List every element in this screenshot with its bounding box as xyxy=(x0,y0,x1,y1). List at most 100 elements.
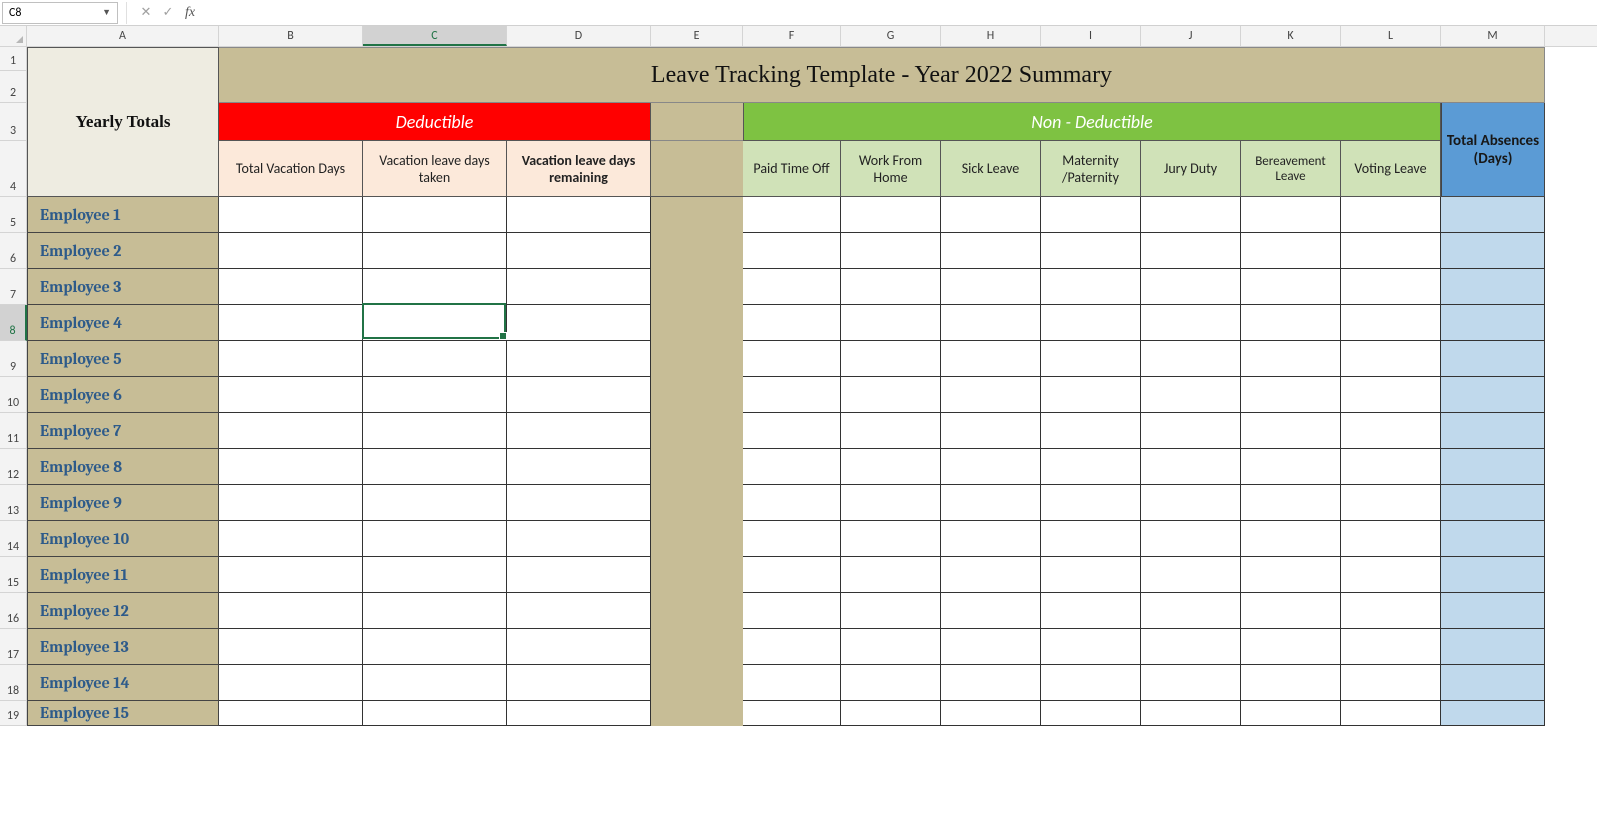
cell-H7[interactable] xyxy=(941,269,1041,305)
cell-F13[interactable] xyxy=(743,485,841,521)
employee-name[interactable]: Employee 5 xyxy=(27,341,219,377)
cell-H5[interactable] xyxy=(941,197,1041,233)
cell-H16[interactable] xyxy=(941,593,1041,629)
cell-L12[interactable] xyxy=(1341,449,1441,485)
cell-L19[interactable] xyxy=(1341,701,1441,726)
cell-D13[interactable] xyxy=(507,485,651,521)
cell-F12[interactable] xyxy=(743,449,841,485)
cell-K13[interactable] xyxy=(1241,485,1341,521)
cell-G12[interactable] xyxy=(841,449,941,485)
cell-F15[interactable] xyxy=(743,557,841,593)
cell-E13[interactable] xyxy=(651,485,743,521)
row-header-3[interactable]: 3 xyxy=(0,103,27,141)
cell-M19[interactable] xyxy=(1441,701,1545,726)
cell-H14[interactable] xyxy=(941,521,1041,557)
cell-I16[interactable] xyxy=(1041,593,1141,629)
cell-F18[interactable] xyxy=(743,665,841,701)
spacer-e3[interactable] xyxy=(651,103,743,141)
cell-C8[interactable] xyxy=(363,305,507,341)
column-header-L[interactable]: L xyxy=(1341,26,1441,46)
cell-L16[interactable] xyxy=(1341,593,1441,629)
cell-I18[interactable] xyxy=(1041,665,1141,701)
cell-M13[interactable] xyxy=(1441,485,1545,521)
cell-L14[interactable] xyxy=(1341,521,1441,557)
cell-K6[interactable] xyxy=(1241,233,1341,269)
cell-K19[interactable] xyxy=(1241,701,1341,726)
cell-B11[interactable] xyxy=(219,413,363,449)
cell-I12[interactable] xyxy=(1041,449,1141,485)
cell-H19[interactable] xyxy=(941,701,1041,726)
cell-G7[interactable] xyxy=(841,269,941,305)
employee-name[interactable]: Employee 12 xyxy=(27,593,219,629)
cell-I17[interactable] xyxy=(1041,629,1141,665)
cell-G16[interactable] xyxy=(841,593,941,629)
cell-K12[interactable] xyxy=(1241,449,1341,485)
cell-C19[interactable] xyxy=(363,701,507,726)
employee-name[interactable]: Employee 4 xyxy=(27,305,219,341)
row-header-15[interactable]: 15 xyxy=(0,557,27,593)
name-box-dropdown-icon[interactable]: ▼ xyxy=(102,7,111,18)
cell-H10[interactable] xyxy=(941,377,1041,413)
cell-B5[interactable] xyxy=(219,197,363,233)
cell-E6[interactable] xyxy=(651,233,743,269)
cell-E16[interactable] xyxy=(651,593,743,629)
cell-E7[interactable] xyxy=(651,269,743,305)
cell-H18[interactable] xyxy=(941,665,1041,701)
cell-E14[interactable] xyxy=(651,521,743,557)
cell-F11[interactable] xyxy=(743,413,841,449)
row-header-12[interactable]: 12 xyxy=(0,449,27,485)
cell-F9[interactable] xyxy=(743,341,841,377)
cell-E11[interactable] xyxy=(651,413,743,449)
cell-B13[interactable] xyxy=(219,485,363,521)
cell-J15[interactable] xyxy=(1141,557,1241,593)
cell-K5[interactable] xyxy=(1241,197,1341,233)
cell-E19[interactable] xyxy=(651,701,743,726)
employee-name[interactable]: Employee 14 xyxy=(27,665,219,701)
cell-B15[interactable] xyxy=(219,557,363,593)
cell-H6[interactable] xyxy=(941,233,1041,269)
cell-B16[interactable] xyxy=(219,593,363,629)
cell-J11[interactable] xyxy=(1141,413,1241,449)
row-header-19[interactable]: 19 xyxy=(0,701,27,726)
confirm-button[interactable]: ✓ xyxy=(157,5,179,20)
cell-J13[interactable] xyxy=(1141,485,1241,521)
cell-L11[interactable] xyxy=(1341,413,1441,449)
cell-C7[interactable] xyxy=(363,269,507,305)
row-header-9[interactable]: 9 xyxy=(0,341,27,377)
cell-M14[interactable] xyxy=(1441,521,1545,557)
employee-name[interactable]: Employee 2 xyxy=(27,233,219,269)
cell-J9[interactable] xyxy=(1141,341,1241,377)
cell-I7[interactable] xyxy=(1041,269,1141,305)
cell-D14[interactable] xyxy=(507,521,651,557)
cell-G15[interactable] xyxy=(841,557,941,593)
cell-F8[interactable] xyxy=(743,305,841,341)
fx-icon[interactable]: fx xyxy=(179,5,201,21)
cell-B14[interactable] xyxy=(219,521,363,557)
cell-K9[interactable] xyxy=(1241,341,1341,377)
cell-K10[interactable] xyxy=(1241,377,1341,413)
column-header-B[interactable]: B xyxy=(219,26,363,46)
cell-G14[interactable] xyxy=(841,521,941,557)
cell-G11[interactable] xyxy=(841,413,941,449)
employee-name[interactable]: Employee 11 xyxy=(27,557,219,593)
cell-C13[interactable] xyxy=(363,485,507,521)
row-header-11[interactable]: 11 xyxy=(0,413,27,449)
cell-G13[interactable] xyxy=(841,485,941,521)
cell-M6[interactable] xyxy=(1441,233,1545,269)
cell-G18[interactable] xyxy=(841,665,941,701)
cell-D15[interactable] xyxy=(507,557,651,593)
cell-G8[interactable] xyxy=(841,305,941,341)
cell-H9[interactable] xyxy=(941,341,1041,377)
cell-K8[interactable] xyxy=(1241,305,1341,341)
select-all-corner[interactable] xyxy=(0,26,27,46)
cell-K15[interactable] xyxy=(1241,557,1341,593)
cell-C16[interactable] xyxy=(363,593,507,629)
cell-J17[interactable] xyxy=(1141,629,1241,665)
cell-F16[interactable] xyxy=(743,593,841,629)
cell-M11[interactable] xyxy=(1441,413,1545,449)
cell-D16[interactable] xyxy=(507,593,651,629)
yearly-totals-header[interactable]: Yearly Totals xyxy=(27,47,219,197)
cell-G9[interactable] xyxy=(841,341,941,377)
cell-M15[interactable] xyxy=(1441,557,1545,593)
column-header-K[interactable]: K xyxy=(1241,26,1341,46)
